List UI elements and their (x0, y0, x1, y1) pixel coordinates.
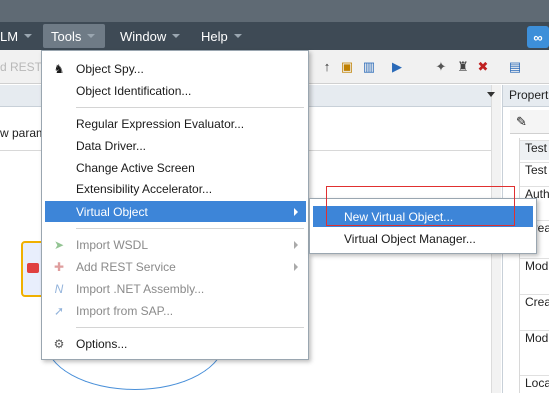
menu-alm-label: LM (0, 28, 19, 44)
toolbar-rest-label: d REST (0, 60, 43, 74)
menu-item-object-spy[interactable]: ♞ Object Spy... (45, 58, 306, 79)
property-row[interactable]: Mod (520, 258, 549, 278)
new-document-icon[interactable]: ▤ (508, 60, 522, 74)
virtual-object-submenu: New Virtual Object... Virtual Object Man… (309, 198, 537, 254)
menu-item-new-virtual-object[interactable]: New Virtual Object... (313, 206, 533, 227)
properties-pane-title: Propert (502, 85, 549, 107)
menu-item-change-active-screen[interactable]: Change Active Screen (45, 157, 306, 178)
menu-window-label: Window (120, 28, 167, 44)
chevron-down-icon (233, 34, 242, 38)
menu-item-object-identification[interactable]: Object Identification... (45, 80, 306, 101)
menu-item-import-from-sap[interactable]: ➚ Import from SAP... (45, 300, 306, 321)
property-row[interactable]: Crea (520, 294, 549, 314)
step-icon[interactable]: ✦ (434, 60, 448, 74)
menu-separator (76, 228, 304, 229)
menu-item-regex-evaluator[interactable]: Regular Expression Evaluator... (45, 113, 306, 134)
folder-icon[interactable]: ▣ (340, 60, 354, 74)
menu-item-virtual-object[interactable]: Virtual Object (45, 201, 306, 222)
properties-toolbar: ✎ (510, 110, 549, 134)
menu-alm[interactable]: LM (0, 24, 40, 48)
menu-bar: LM Tools Window Help (0, 22, 549, 50)
menu-item-extensibility-accelerator[interactable]: Extensibility Accelerator... (45, 178, 306, 199)
menu-help[interactable]: Help (193, 24, 250, 48)
net-assembly-icon: N (54, 281, 64, 296)
new-parameter-label[interactable]: w param (0, 126, 46, 140)
menu-tools[interactable]: Tools (43, 24, 105, 48)
record-icon[interactable]: ↑ (320, 60, 334, 74)
options-icon: ⚙ (53, 336, 65, 351)
menu-separator (76, 107, 304, 108)
menu-item-import-net-assembly[interactable]: N Import .NET Assembly... (45, 278, 306, 299)
property-row[interactable]: Test (520, 140, 549, 160)
chevron-down-icon (87, 34, 96, 38)
menu-item-add-rest-service[interactable]: ✚ Add REST Service (45, 256, 306, 277)
spy-toolbar-icon[interactable]: ♜ (456, 60, 470, 74)
menu-item-import-wsdl[interactable]: ➤ Import WSDL (45, 234, 306, 255)
pane-menu-icon[interactable] (487, 92, 495, 97)
tools-menu-dropdown: ♞ Object Spy... Object Identification... … (41, 50, 309, 360)
menu-item-virtual-object-manager[interactable]: Virtual Object Manager... (313, 228, 533, 249)
stop-icon[interactable]: ✖ (476, 60, 490, 74)
chevron-down-icon (24, 34, 33, 38)
property-row[interactable]: Mod (520, 330, 549, 350)
window-title-strip (0, 0, 549, 22)
node-icon (27, 263, 39, 273)
property-row[interactable]: Test (520, 162, 549, 182)
book-icon[interactable]: ▥ (362, 60, 376, 74)
chevron-right-icon (294, 240, 298, 249)
menu-separator (76, 327, 304, 328)
properties-icon[interactable]: ✎ (516, 114, 527, 130)
sap-icon: ➚ (53, 303, 65, 318)
run-icon[interactable]: ▶ (390, 60, 404, 74)
spy-icon: ♞ (53, 61, 65, 76)
chevron-right-icon (294, 207, 298, 216)
import-wsdl-icon: ➤ (53, 237, 65, 252)
chevron-down-icon (172, 34, 181, 38)
app-logo-icon[interactable]: ∞ (527, 26, 549, 48)
property-row[interactable]: Loca (520, 375, 549, 393)
chevron-right-icon (294, 262, 298, 271)
menu-item-data-driver[interactable]: Data Driver... (45, 135, 306, 156)
menu-help-label: Help (201, 28, 228, 44)
add-rest-icon: ✚ (53, 259, 65, 274)
menu-window[interactable]: Window (112, 24, 188, 48)
menu-item-options[interactable]: ⚙ Options... (45, 333, 306, 354)
menu-tools-label: Tools (51, 28, 82, 44)
